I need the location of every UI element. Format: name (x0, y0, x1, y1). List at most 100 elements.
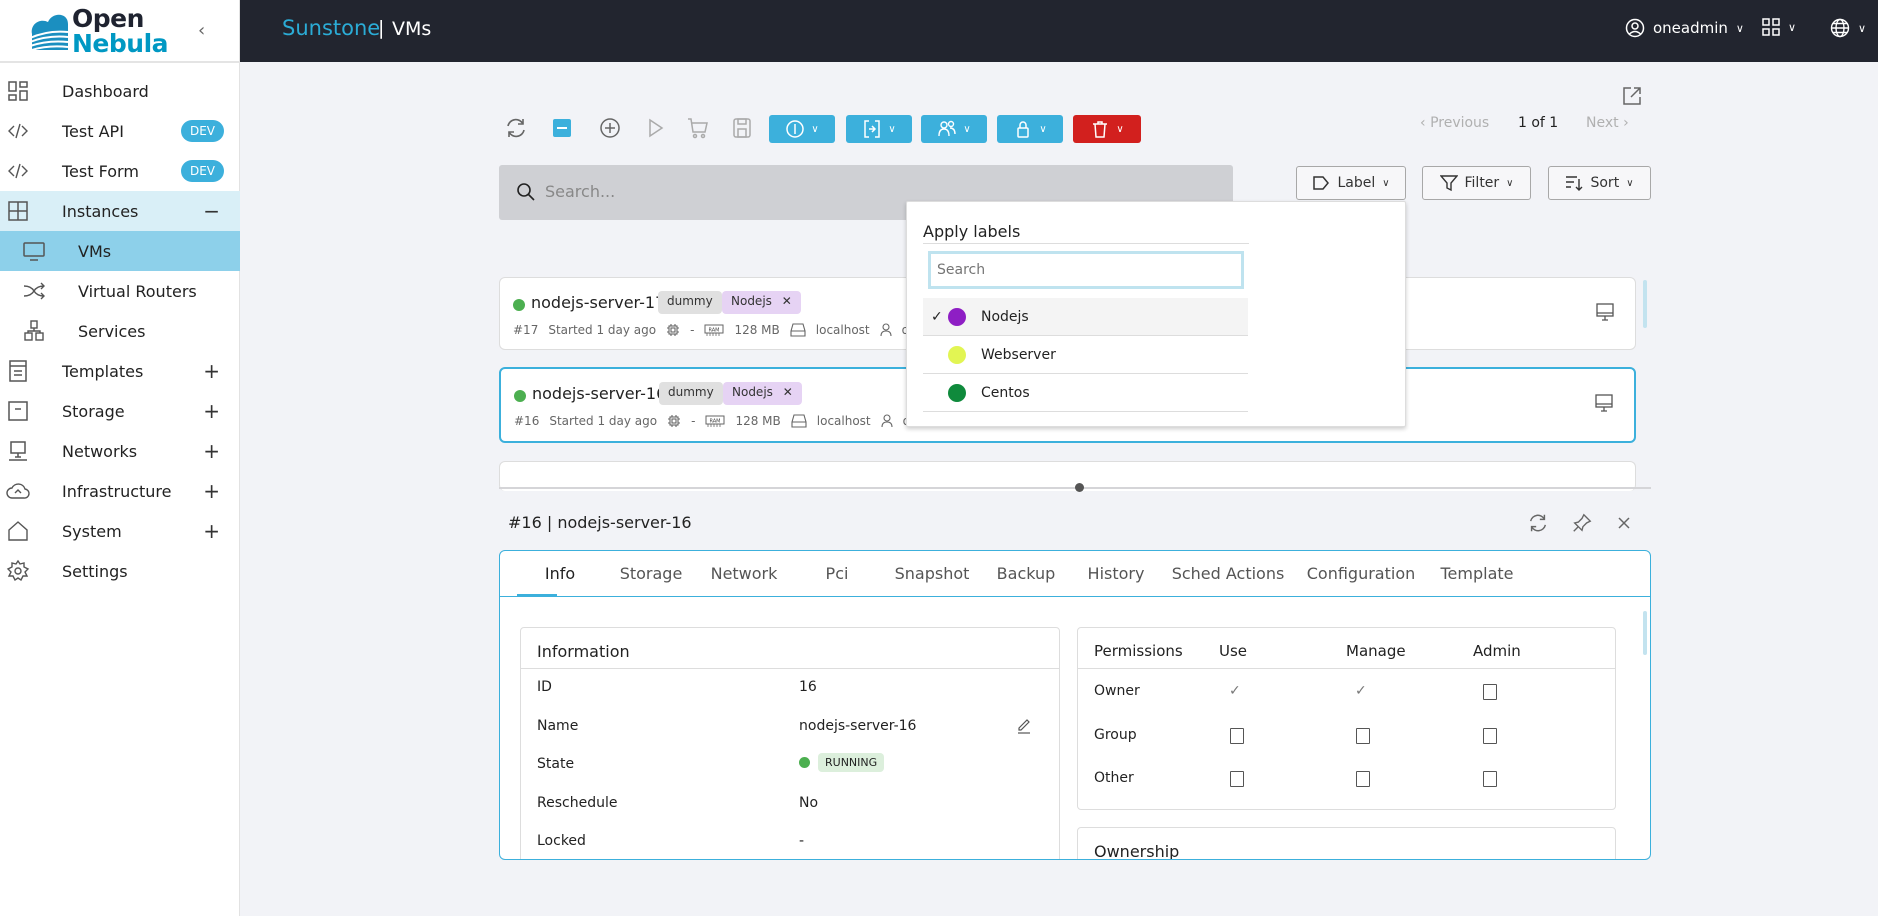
power-actions-button[interactable]: ∨ (769, 115, 835, 143)
tab-snapshot[interactable]: Snapshot (895, 564, 970, 583)
expand-plus-icon[interactable]: + (203, 439, 220, 463)
tab-sched-actions[interactable]: Sched Actions (1172, 564, 1285, 583)
manage-checkbox[interactable] (1356, 771, 1370, 787)
sidebar-item-templates[interactable]: Templates + (0, 351, 240, 391)
remove-label-icon[interactable]: ✕ (782, 294, 792, 308)
label-search-input[interactable] (928, 251, 1244, 289)
open-external-icon[interactable] (1622, 86, 1642, 106)
label-option-webserver[interactable]: Webserver (923, 336, 1248, 374)
expand-plus-icon[interactable]: + (203, 399, 220, 423)
label-option-centos[interactable]: Centos (923, 374, 1248, 412)
use-checkbox[interactable] (1230, 727, 1244, 744)
admin-checkbox[interactable] (1483, 684, 1497, 700)
chevron-down-icon: ∨ (1735, 21, 1744, 35)
sidebar-item-test-api[interactable]: Test API DEV (0, 111, 240, 151)
admin-checkbox[interactable] (1483, 771, 1497, 787)
app-name[interactable]: Sunstone (282, 16, 380, 40)
play-icon[interactable] (643, 116, 667, 140)
sidebar-item-storage[interactable]: Storage + (0, 391, 240, 431)
label-option-nodejs[interactable]: ✓ Nodejs (923, 298, 1248, 336)
sidebar-item-test-form[interactable]: Test Form DEV (0, 151, 240, 191)
filter-button[interactable]: Filter ∨ (1422, 166, 1531, 200)
list-scrollbar[interactable] (1643, 280, 1647, 328)
collapse-sidebar-chevron-icon[interactable]: ‹ (198, 20, 205, 41)
code-icon (8, 123, 28, 139)
previous-page-button[interactable]: ‹ Previous (1420, 115, 1489, 131)
label-chip: dummy (659, 382, 723, 405)
use-checked-icon[interactable]: ✓ (1229, 683, 1241, 699)
chevron-down-icon: ∨ (1788, 20, 1797, 34)
sidebar-item-settings[interactable]: Settings (0, 551, 240, 591)
ownership-actions-button[interactable]: ∨ (921, 115, 987, 143)
refresh-icon[interactable] (1527, 512, 1549, 534)
migrate-actions-button[interactable]: ∨ (846, 115, 912, 143)
tab-backup[interactable]: Backup (997, 564, 1056, 583)
label-color-dot (948, 383, 966, 402)
collapse-minus-icon[interactable]: − (203, 199, 220, 223)
tab-pci[interactable]: Pci (826, 564, 849, 583)
cloud-icon (6, 483, 30, 499)
opennebula-logo[interactable]: Open Nebula (28, 4, 169, 58)
templates-icon (9, 360, 27, 382)
select-all-toggle-icon[interactable] (550, 116, 574, 140)
sidebar-item-virtual-routers[interactable]: Virtual Routers (0, 271, 240, 311)
pin-icon[interactable] (1571, 512, 1593, 534)
chevron-down-icon: ∨ (1039, 123, 1047, 135)
user-menu-button[interactable]: oneadmin ∨ (1625, 18, 1744, 38)
chevron-down-icon: ∨ (888, 123, 896, 135)
sort-button-text: Sort (1590, 175, 1620, 191)
label-button[interactable]: Label ∨ (1296, 166, 1406, 200)
tab-network[interactable]: Network (711, 564, 778, 583)
label-button-text: Label (1337, 175, 1376, 191)
sort-button[interactable]: Sort ∨ (1548, 166, 1651, 200)
services-icon (24, 320, 44, 341)
delete-actions-button[interactable]: ∨ (1073, 115, 1141, 143)
chevron-down-icon: ∨ (963, 123, 971, 135)
manage-checked-icon[interactable]: ✓ (1355, 683, 1367, 699)
tab-history[interactable]: History (1088, 564, 1145, 583)
vm-started: Started 1 day ago (549, 414, 658, 428)
tab-storage[interactable]: Storage (620, 564, 683, 583)
refresh-icon[interactable] (504, 116, 528, 140)
expand-plus-icon[interactable]: + (203, 359, 220, 383)
sidebar-item-services[interactable]: Services (0, 311, 240, 351)
sidebar-item-vms[interactable]: VMs (0, 231, 240, 271)
expand-plus-icon[interactable]: + (203, 519, 220, 543)
detail-scrollbar[interactable] (1643, 611, 1647, 655)
sidebar-item-system[interactable]: System + (0, 511, 240, 551)
vnc-console-icon[interactable] (1594, 393, 1614, 413)
close-icon[interactable] (1616, 515, 1632, 531)
monitor-icon (23, 242, 45, 261)
use-checkbox[interactable] (1230, 771, 1244, 787)
sidebar-item-instances[interactable]: Instances − (0, 191, 240, 231)
info-label: Reschedule (537, 794, 618, 811)
sidebar-item-dashboard[interactable]: Dashboard (0, 71, 240, 111)
vnc-console-icon[interactable] (1595, 302, 1615, 322)
save-icon[interactable] (730, 116, 754, 140)
create-plus-icon[interactable] (598, 116, 622, 140)
chevron-down-icon: ∨ (1116, 123, 1124, 135)
remove-label-icon[interactable]: ✕ (783, 385, 793, 399)
tab-configuration[interactable]: Configuration (1307, 564, 1416, 583)
label-chip: Nodejs ✕ (722, 291, 801, 314)
tab-template[interactable]: Template (1440, 564, 1513, 583)
manage-checkbox[interactable] (1356, 727, 1370, 744)
expand-plus-icon[interactable]: + (203, 479, 220, 503)
tab-info[interactable]: Info (545, 564, 575, 583)
search-icon (517, 183, 535, 201)
power-icon (786, 120, 805, 138)
views-menu-button[interactable]: ∨ (1762, 18, 1796, 36)
sidebar-item-infrastructure[interactable]: Infrastructure + (0, 471, 240, 511)
label-chip-text: Nodejs (732, 385, 773, 399)
lock-actions-button[interactable]: ∨ (997, 115, 1063, 143)
splitter-drag-handle[interactable] (1075, 483, 1084, 492)
edit-pencil-icon[interactable] (1015, 716, 1033, 734)
next-page-button[interactable]: Next › (1586, 115, 1629, 131)
sidebar-item-networks[interactable]: Networks + (0, 431, 240, 471)
label-option-name: Nodejs (981, 308, 1029, 325)
cart-icon[interactable] (686, 116, 710, 140)
admin-checkbox[interactable] (1483, 727, 1497, 744)
language-menu-button[interactable]: ∨ (1830, 18, 1866, 38)
info-label: Name (537, 717, 579, 734)
divider (923, 243, 1249, 244)
